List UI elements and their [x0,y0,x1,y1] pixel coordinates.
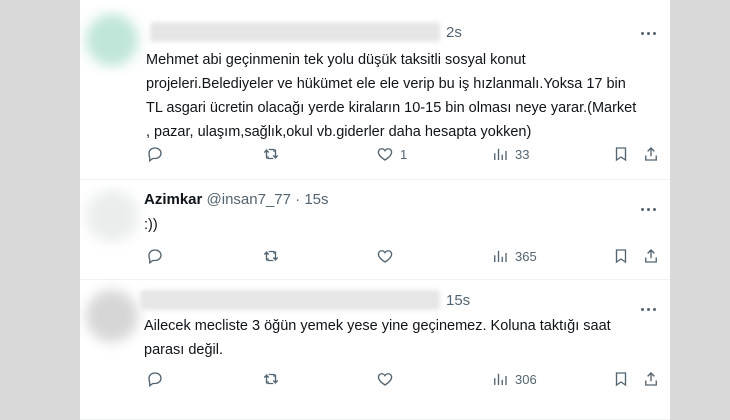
views-icon [494,250,507,262]
reply-button[interactable] [146,244,164,268]
view-count: 306 [515,371,537,387]
bookmark-button[interactable] [612,367,630,391]
share-icon [645,147,657,161]
author-handle[interactable]: @insan7_77 [207,191,291,208]
retweet-icon [263,148,279,160]
share-button[interactable] [642,142,660,166]
share-icon [645,249,657,263]
view-count: 365 [515,248,537,264]
view-count: 33 [515,146,530,162]
tweet-text: Ailecek mecliste 3 öğün yemek yese yine … [144,318,611,358]
retweet-button[interactable] [262,142,280,166]
timeline: 2s Mehmet abi geçinmenin tek yolu düşük … [80,0,670,420]
share-button[interactable] [642,244,660,268]
views-button[interactable]: 306 [491,367,537,391]
bookmark-button[interactable] [612,142,630,166]
reply-icon [148,249,162,265]
tweet[interactable]: Azimkar @insan7_77 · 15s :)) 365 [80,180,670,280]
reply-icon [148,372,162,388]
tweet-header: Azimkar @insan7_77 · 15s [144,191,329,208]
retweet-icon [263,250,279,262]
reply-icon [148,147,162,163]
retweet-icon [263,373,279,385]
tweet-timestamp[interactable]: 15s [304,191,328,208]
like-count: 1 [400,146,408,162]
tweet-text: :)) [144,217,158,233]
views-icon [494,148,507,160]
retweet-button[interactable] [262,244,280,268]
tweet-actions: 306 [146,367,666,391]
tweet-text: Mehmet abi geçinmenin tek yolu düşük tak… [146,52,637,140]
tweet-actions: 365 [146,244,666,268]
avatar[interactable] [86,14,138,66]
bookmark-button[interactable] [612,244,630,268]
reply-button[interactable] [146,142,164,166]
tweet-timestamp[interactable]: 2s [446,24,462,41]
more-icon[interactable] [636,28,660,38]
views-button[interactable]: 33 [491,142,529,166]
heart-icon [377,373,393,386]
share-icon [645,372,657,386]
redacted-author [150,22,440,42]
tweet-timestamp[interactable]: 15s [446,292,470,309]
tweet[interactable]: 15s Ailecek mecliste 3 öğün yemek yese y… [80,280,670,420]
views-icon [494,373,507,385]
like-button[interactable]: 1 [376,142,407,166]
heart-icon [377,148,393,161]
more-icon[interactable] [636,304,660,314]
like-button[interactable] [376,367,400,391]
avatar[interactable] [86,290,138,342]
author-name[interactable]: Azimkar [144,191,202,208]
bookmark-icon [615,249,627,264]
bookmark-icon [615,147,627,162]
heart-icon [377,250,393,263]
reply-button[interactable] [146,367,164,391]
tweet[interactable]: 2s Mehmet abi geçinmenin tek yolu düşük … [80,0,670,180]
views-button[interactable]: 365 [491,244,537,268]
avatar[interactable] [86,190,138,242]
like-button[interactable] [376,244,400,268]
share-button[interactable] [642,367,660,391]
tweet-actions: 1 33 [146,142,666,166]
separator: · [295,191,301,208]
bookmark-icon [615,372,627,387]
redacted-author [140,290,440,310]
retweet-button[interactable] [262,367,280,391]
